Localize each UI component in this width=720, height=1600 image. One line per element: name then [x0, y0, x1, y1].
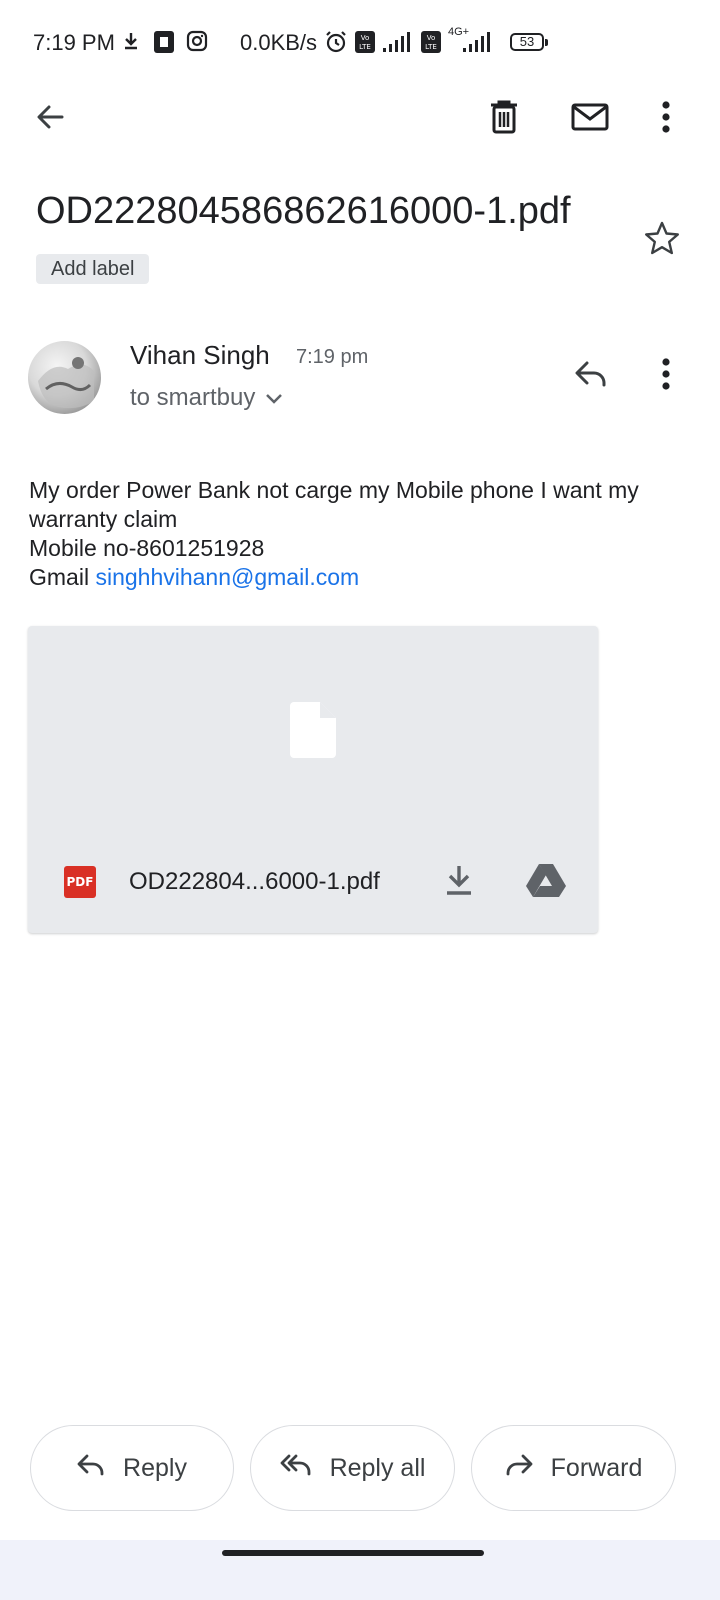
svg-text:Vo: Vo: [361, 34, 370, 42]
reply-icon: [574, 360, 608, 393]
forward-button[interactable]: Forward: [471, 1425, 676, 1511]
email-subject: OD222804586862616000-1.pdf: [36, 190, 571, 232]
email-body: My order Power Bank not carge my Mobile …: [29, 476, 699, 592]
body-gmail-label: Gmail: [29, 564, 90, 590]
more-vert-icon: [662, 100, 670, 138]
volte-icon: Vo LTE: [354, 30, 376, 59]
avatar[interactable]: [28, 341, 101, 414]
mark-unread-button[interactable]: [566, 95, 614, 143]
body-line: Gmail singhhvihann@gmail.com: [29, 563, 699, 592]
chevron-down-icon: [265, 384, 283, 412]
mail-icon: [571, 103, 609, 136]
signal-icon-2: [460, 30, 492, 59]
download-attachment-button[interactable]: [435, 858, 483, 906]
download-icon: [121, 30, 141, 57]
reply-icon: [77, 1454, 105, 1483]
instagram-icon: [186, 30, 208, 57]
more-vert-icon: [662, 357, 670, 395]
attachment-name: OD222804...6000-1.pdf: [129, 868, 380, 895]
status-time: 7:19 PM: [33, 30, 115, 55]
drive-icon: [526, 863, 566, 902]
body-line: Mobile no-8601251928: [29, 535, 265, 561]
reply-icon-button[interactable]: [567, 352, 615, 400]
save-to-drive-button[interactable]: [522, 858, 570, 906]
reply-all-icon: [280, 1454, 312, 1483]
svg-text:LTE: LTE: [425, 43, 437, 51]
sim-icon: [153, 30, 175, 59]
navigation-bar: [0, 1540, 720, 1600]
trash-icon: [488, 99, 520, 140]
file-icon: [290, 702, 336, 763]
forward-label: Forward: [550, 1453, 643, 1482]
reply-all-label: Reply all: [329, 1453, 426, 1482]
volte-icon-2: Vo LTE: [420, 30, 442, 59]
home-indicator[interactable]: [222, 1550, 484, 1556]
reply-label: Reply: [123, 1453, 187, 1482]
svg-text:LTE: LTE: [359, 43, 371, 51]
add-label-chip[interactable]: Add label: [36, 254, 150, 284]
svg-text:Vo: Vo: [427, 34, 436, 42]
delete-button[interactable]: [480, 95, 528, 143]
star-icon: [644, 221, 680, 260]
recipient-details-toggle[interactable]: to smartbuy: [130, 384, 283, 412]
email-link[interactable]: singhhvihann@gmail.com: [95, 564, 359, 590]
sender-name: Vihan Singh: [130, 340, 270, 370]
star-button[interactable]: [638, 216, 686, 264]
more-options-button[interactable]: [642, 95, 690, 143]
email-time: 7:19 pm: [296, 346, 369, 368]
battery-icon: 53: [510, 33, 548, 51]
network-speed: 0.0KB/s: [240, 30, 318, 55]
body-line: My order Power Bank not carge my Mobile …: [29, 477, 639, 532]
message-more-button[interactable]: [642, 352, 690, 400]
attachment-card[interactable]: PDF OD222804...6000-1.pdf: [28, 626, 598, 933]
back-arrow-icon: [34, 101, 66, 138]
alarm-icon: [324, 30, 348, 59]
forward-icon: [505, 1454, 533, 1483]
pdf-badge: PDF: [64, 866, 96, 898]
reply-button[interactable]: Reply: [30, 1425, 234, 1511]
status-bar: 7:19 PM 0.0KB/s Vo LTE Vo LTE 4G+ 53: [0, 0, 720, 86]
download-icon: [445, 864, 473, 901]
recipient-text: to smartbuy: [130, 384, 256, 411]
back-button[interactable]: [26, 95, 74, 143]
signal-icon: [382, 30, 412, 59]
reply-all-button[interactable]: Reply all: [250, 1425, 455, 1511]
